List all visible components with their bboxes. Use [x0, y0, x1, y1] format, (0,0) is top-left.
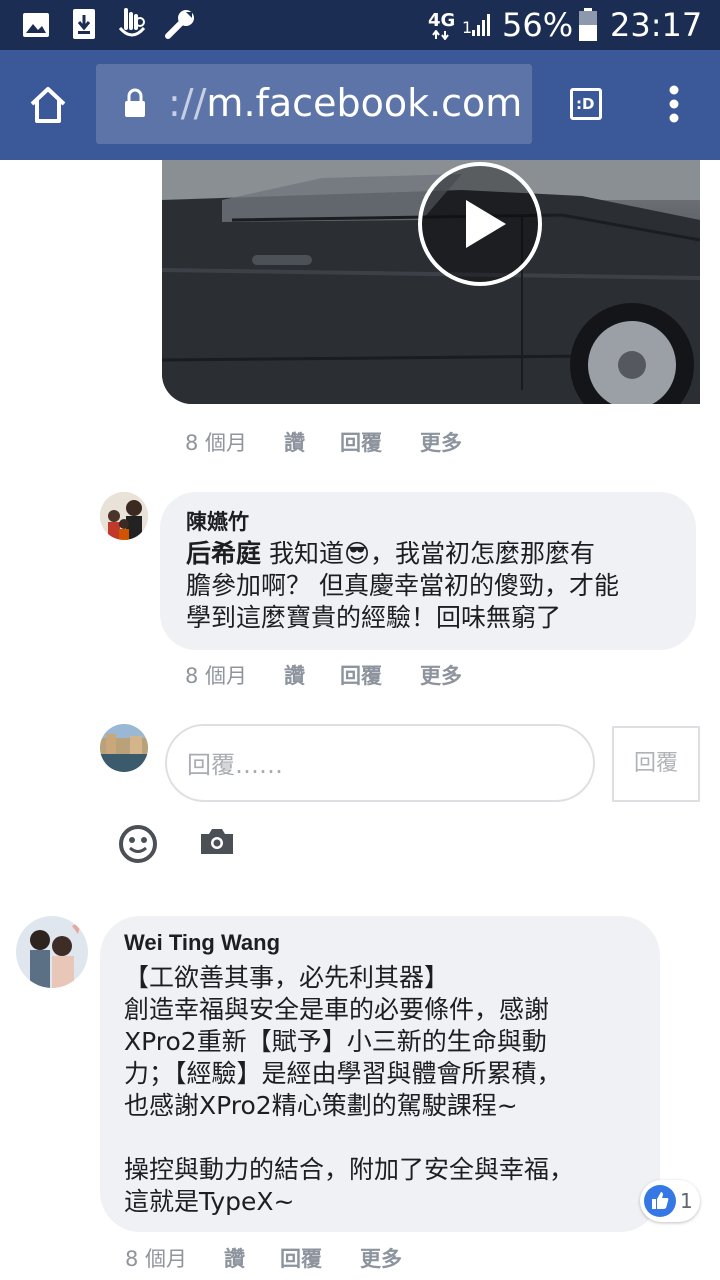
comment-line: XPro2重新【賦予】小三新的生命與動	[124, 1027, 547, 1056]
image-notification-icon	[23, 13, 49, 37]
tab-switcher-label: :D	[576, 95, 595, 113]
reply-input[interactable]	[185, 744, 569, 786]
reply-comment-bubble: 陳嬿竹 后希庭 我知道😎，我當初怎麼那麼有 膽參加啊？ 但真慶幸當初的傻勁，才能…	[160, 492, 696, 650]
venice-photo-avatar	[100, 724, 148, 772]
comment-text: 后希庭 我知道😎，我當初怎麼那麼有 膽參加啊？ 但真慶幸當初的傻勁，才能 學到這…	[186, 538, 686, 634]
battery-percent: 56%	[502, 6, 574, 44]
comment-author[interactable]: Wei Ting Wang	[124, 930, 280, 956]
reply-link[interactable]: 回覆	[280, 1243, 322, 1273]
more-link[interactable]: 更多	[360, 1243, 402, 1273]
sim-slot: 1	[462, 18, 473, 37]
comment-author[interactable]: 陳嬿竹	[186, 506, 249, 536]
comment-line-3: 學到這麼寶貴的經驗！回味無窮了	[186, 603, 562, 632]
comment-line: 創造幸福與安全是車的必要條件，感謝	[124, 995, 550, 1024]
like-link[interactable]: 讚	[284, 427, 305, 457]
comment-text: 【工欲善其事，必先利其器】 創造幸福與安全是車的必要條件，感謝 XPro2重新【…	[124, 962, 644, 1218]
comment-line: 也感謝XPro2精心策劃的駕駛課程~	[124, 1091, 518, 1120]
comment-time[interactable]: 8 個月	[185, 427, 247, 457]
home-icon[interactable]	[28, 86, 68, 124]
camera-icon[interactable]	[198, 827, 236, 857]
tab-switcher-button[interactable]: :D	[570, 88, 602, 120]
comment-line: 【工欲善其事，必先利其器】	[124, 963, 450, 992]
comment-line-1: 后希庭 我知道😎，我當初怎麼那麼有	[186, 538, 686, 570]
reaction-count: 1	[680, 1189, 693, 1213]
like-reaction-icon	[644, 1185, 676, 1217]
url-text: ://m.facebook.com	[168, 81, 522, 125]
comment-time[interactable]: 8 個月	[125, 1243, 187, 1273]
reply-link[interactable]: 回覆	[340, 427, 382, 457]
avatar[interactable]	[100, 492, 148, 540]
url-host: m.facebook.com	[206, 81, 523, 125]
comment-time[interactable]: 8 個月	[185, 660, 247, 690]
reply-link[interactable]: 回覆	[340, 660, 382, 690]
clock: 23:17	[610, 6, 703, 44]
current-user-avatar	[100, 724, 148, 772]
address-bar[interactable]: ://m.facebook.com	[96, 64, 532, 144]
download-notification-icon	[73, 9, 95, 39]
family-photo-avatar	[100, 492, 148, 540]
comment-line: 力；【經驗】是經由學習與體會所累積，	[124, 1059, 562, 1088]
reply-submit-button[interactable]: 回覆	[612, 726, 700, 802]
like-link[interactable]: 讚	[284, 660, 305, 690]
battery-icon	[579, 8, 597, 41]
like-link[interactable]: 讚	[224, 1243, 245, 1273]
play-icon	[466, 200, 506, 248]
play-button[interactable]	[418, 162, 542, 286]
network-type: 4G	[428, 10, 456, 31]
reply-input-wrapper	[165, 724, 595, 802]
wrench-icon	[165, 10, 194, 39]
touch-gesture-icon	[118, 8, 146, 37]
video-thumbnail[interactable]	[162, 160, 700, 404]
comment-line-1-text: 我知道😎，我當初怎麼那麼有	[268, 539, 596, 568]
main-comment-actions: 8 個月 讚 回覆 更多	[125, 1243, 525, 1271]
emoji-icon[interactable]	[118, 824, 158, 864]
lock-icon	[125, 88, 145, 117]
data-arrows-icon	[432, 30, 449, 40]
comment-line-2: 膽參加啊？ 但真慶幸當初的傻勁，才能	[186, 571, 619, 600]
main-comment-bubble: Wei Ting Wang 【工欲善其事，必先利其器】 創造幸福與安全是車的必要…	[100, 916, 660, 1232]
reaction-badge[interactable]: 1	[640, 1180, 700, 1222]
browser-toolbar: ://m.facebook.com :D	[0, 50, 720, 160]
reply-comment-actions: 8 個月 讚 回覆 更多	[185, 660, 585, 688]
comment-line: 操控與動力的結合，附加了安全與幸福，	[124, 1155, 575, 1184]
couple-photo-avatar	[16, 916, 88, 988]
comment-line: 這就是TypeX~	[124, 1187, 295, 1216]
status-bar: 4G 1 56% 23:17	[0, 0, 720, 50]
signal-icon	[472, 14, 490, 36]
avatar[interactable]	[16, 916, 88, 988]
more-menu-icon[interactable]	[664, 84, 684, 124]
mention-link[interactable]: 后希庭	[186, 539, 261, 568]
url-scheme: ://	[168, 81, 207, 125]
more-link[interactable]: 更多	[420, 427, 462, 457]
more-link[interactable]: 更多	[420, 660, 462, 690]
video-comment-actions: 8 個月 讚 回覆 更多	[185, 427, 585, 455]
comment-line	[124, 1122, 644, 1154]
